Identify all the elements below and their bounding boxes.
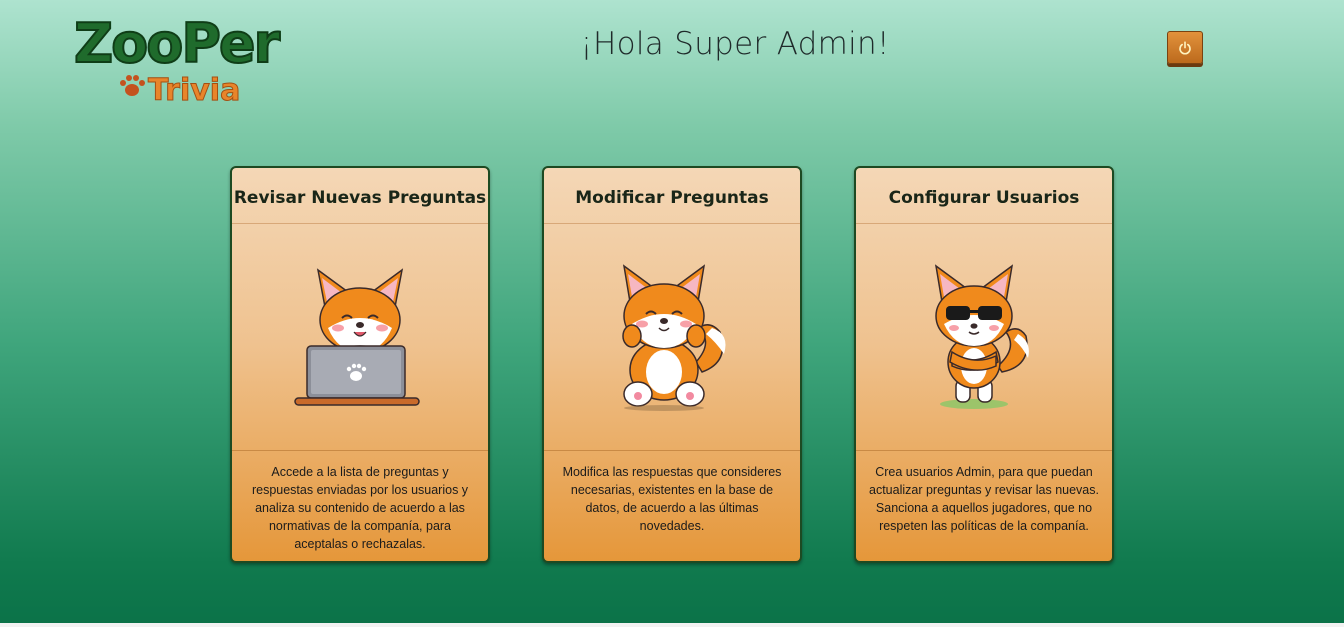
fox-laptop-illustration <box>232 224 488 451</box>
fox-sunglasses-illustration <box>856 224 1112 451</box>
card-review-questions[interactable]: Revisar Nuevas Preguntas Accede a la lis… <box>230 166 490 563</box>
bottom-strip <box>0 623 1344 627</box>
card-modify-questions[interactable]: Modificar Preguntas Modifica las respues… <box>542 166 802 563</box>
card-description: Crea usuarios Admin, para que puedan act… <box>869 465 1099 533</box>
paw-icon <box>120 75 145 96</box>
card-title: Revisar Nuevas Preguntas <box>232 168 488 224</box>
card-title: Modificar Preguntas <box>544 168 800 224</box>
card-configure-users[interactable]: Configurar Usuarios Crea usuarios Admin,… <box>854 166 1114 563</box>
power-icon <box>1179 40 1191 55</box>
card-description: Modifica las respuestas que consideres n… <box>562 465 782 533</box>
logout-button[interactable] <box>1167 31 1203 64</box>
card-description: Accede a la lista de preguntas y respues… <box>251 465 469 551</box>
page-title: ¡Hola Super Admin! <box>580 26 890 62</box>
svg-text:Trivia: Trivia <box>148 73 240 104</box>
card-title: Configurar Usuarios <box>856 168 1112 224</box>
fox-sitting-illustration <box>544 224 800 451</box>
